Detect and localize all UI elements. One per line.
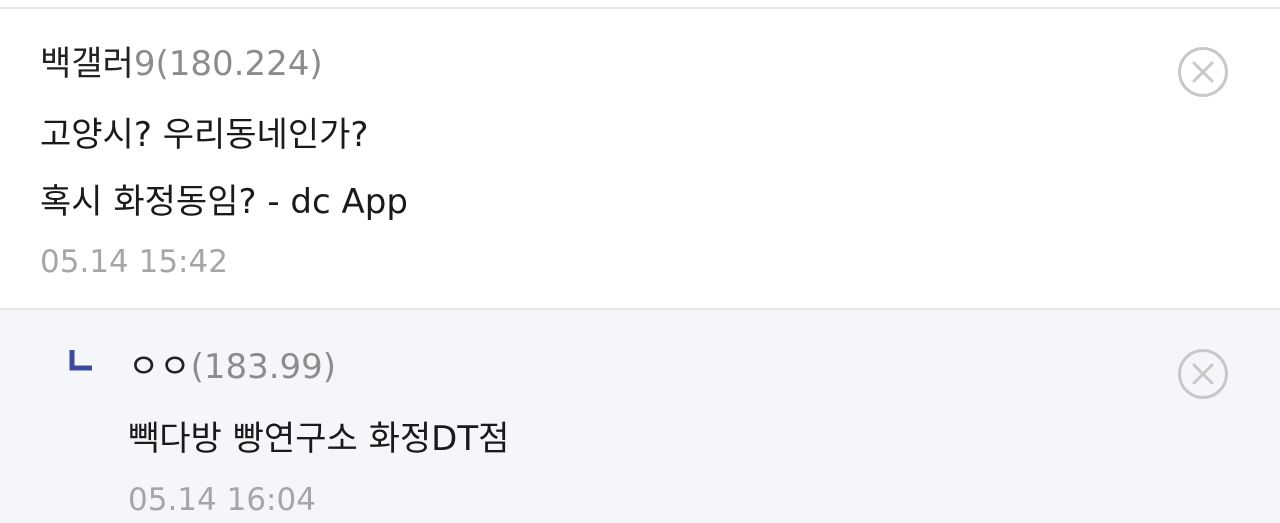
close-circle-icon [1178, 47, 1228, 97]
author-nickname[interactable]: 백갤러 [40, 44, 134, 84]
reply-author[interactable]: ㅇㅇ(183.99) [128, 345, 336, 389]
comment-item: 백갤러9(180.224) 고양시? 우리동네인가? 혹시 화정동임? - dc… [0, 9, 1280, 310]
reply-item: ㅇㅇ(183.99) 빽다방 빵연구소 화정DT점 05.14 16:04 [0, 310, 1280, 523]
delete-comment-button[interactable] [1177, 46, 1229, 98]
close-circle-icon [1178, 349, 1228, 399]
reply-timestamp: 05.14 16:04 [128, 482, 316, 518]
reply-text-line-1: 빽다방 빵연구소 화정DT점 [128, 419, 510, 459]
author-ip: (180.224) [155, 44, 323, 84]
reply-corner-icon [69, 350, 92, 371]
top-divider [0, 0, 1280, 9]
comment-text-line-2: 혹시 화정동임? - dc App [40, 182, 408, 222]
author-nickname-suffix: 9 [133, 44, 156, 84]
comment-author[interactable]: 백갤러9(180.224) [40, 42, 323, 86]
reply-ip: (183.99) [190, 347, 337, 387]
delete-reply-button[interactable] [1177, 348, 1229, 400]
reply-nickname[interactable]: ㅇㅇ [128, 347, 191, 387]
comment-timestamp: 05.14 15:42 [40, 244, 228, 280]
comment-text-line-1: 고양시? 우리동네인가? [40, 115, 369, 155]
